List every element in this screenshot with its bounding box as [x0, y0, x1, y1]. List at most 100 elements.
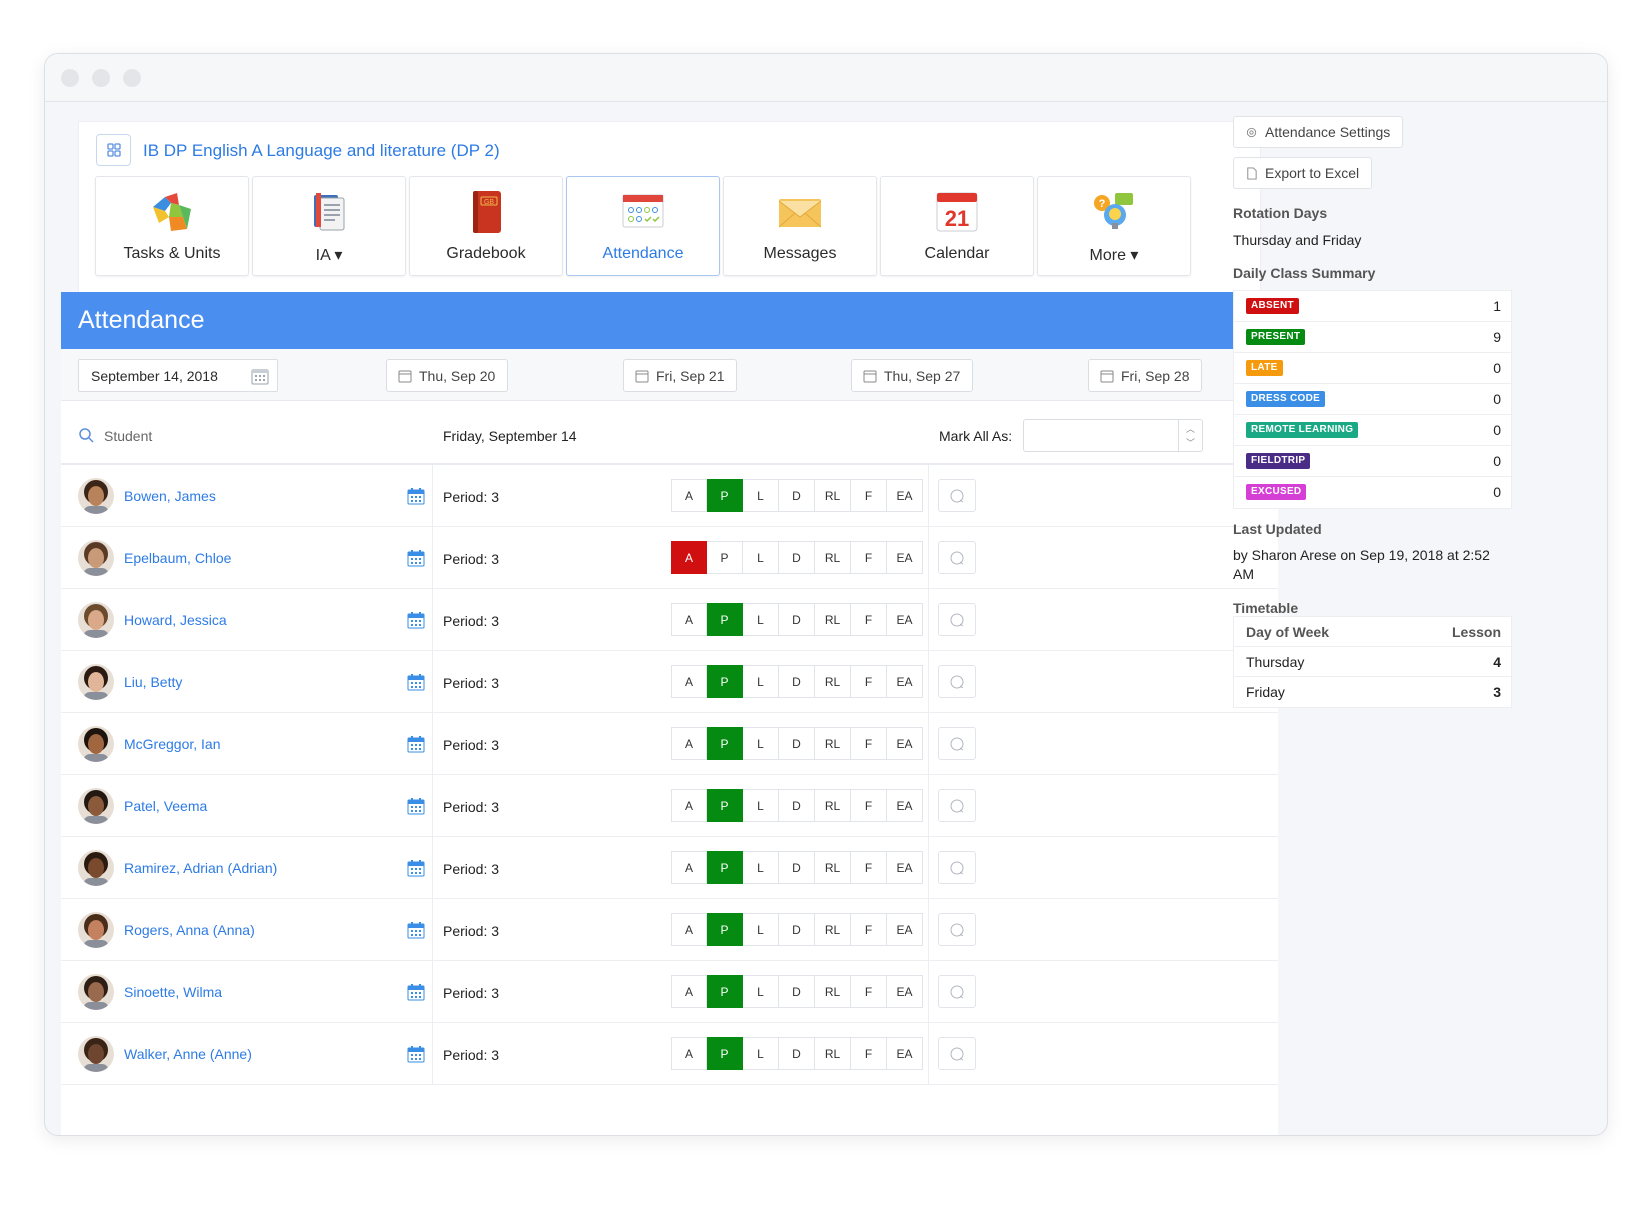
comment-button[interactable]	[938, 851, 976, 884]
attendance-a-button[interactable]: A	[671, 1037, 707, 1070]
tile-more[interactable]: ? More ▾	[1037, 176, 1191, 276]
attendance-a-button[interactable]: A	[671, 851, 707, 884]
attendance-rl-button[interactable]: RL	[815, 479, 851, 512]
spinner-arrows-icon[interactable]: ︿ ﹀	[1178, 420, 1202, 451]
attendance-l-button[interactable]: L	[743, 603, 779, 636]
calendar-icon[interactable]	[251, 367, 269, 385]
calendar-icon[interactable]	[407, 797, 425, 815]
calendar-icon[interactable]	[407, 859, 425, 877]
attendance-d-button[interactable]: D	[779, 665, 815, 698]
attendance-a-button[interactable]: A	[671, 479, 707, 512]
tile-tasks-units[interactable]: Tasks & Units	[95, 176, 249, 276]
attendance-f-button[interactable]: F	[851, 789, 887, 822]
attendance-a-button[interactable]: A	[671, 975, 707, 1008]
attendance-ea-button[interactable]: EA	[887, 913, 923, 946]
attendance-ea-button[interactable]: EA	[887, 665, 923, 698]
attendance-d-button[interactable]: D	[779, 975, 815, 1008]
attendance-settings-button[interactable]: Attendance Settings	[1233, 116, 1404, 148]
attendance-ea-button[interactable]: EA	[887, 603, 923, 636]
attendance-l-button[interactable]: L	[743, 665, 779, 698]
attendance-ea-button[interactable]: EA	[887, 1037, 923, 1070]
date-picker-input[interactable]: September 14, 2018	[78, 359, 278, 392]
attendance-l-button[interactable]: L	[743, 851, 779, 884]
student-name-link[interactable]: McGreggor, Ian	[124, 736, 221, 752]
tile-ia[interactable]: IA ▾	[252, 176, 406, 276]
attendance-f-button[interactable]: F	[851, 851, 887, 884]
attendance-p-button[interactable]: P	[707, 1037, 743, 1070]
attendance-p-button[interactable]: P	[707, 789, 743, 822]
calendar-icon[interactable]	[407, 1045, 425, 1063]
student-search-input[interactable]: Student	[104, 428, 152, 444]
attendance-rl-button[interactable]: RL	[815, 913, 851, 946]
attendance-ea-button[interactable]: EA	[887, 789, 923, 822]
attendance-f-button[interactable]: F	[851, 975, 887, 1008]
attendance-f-button[interactable]: F	[851, 1037, 887, 1070]
attendance-p-button[interactable]: P	[707, 851, 743, 884]
attendance-f-button[interactable]: F	[851, 479, 887, 512]
attendance-p-button[interactable]: P	[707, 603, 743, 636]
tile-attendance[interactable]: Attendance	[566, 176, 720, 276]
window-minimize-dot[interactable]	[92, 69, 110, 87]
window-close-dot[interactable]	[61, 69, 79, 87]
student-name-link[interactable]: Liu, Betty	[124, 674, 182, 690]
attendance-d-button[interactable]: D	[779, 851, 815, 884]
attendance-ea-button[interactable]: EA	[887, 851, 923, 884]
student-name-link[interactable]: Sinoette, Wilma	[124, 984, 222, 1000]
attendance-d-button[interactable]: D	[779, 541, 815, 574]
tile-calendar[interactable]: 21 Calendar	[880, 176, 1034, 276]
attendance-p-button[interactable]: P	[707, 727, 743, 760]
attendance-p-button[interactable]: P	[707, 975, 743, 1008]
attendance-d-button[interactable]: D	[779, 727, 815, 760]
class-switcher-button[interactable]	[96, 134, 131, 166]
attendance-f-button[interactable]: F	[851, 913, 887, 946]
date-chip[interactable]: Thu, Sep 27	[851, 359, 974, 392]
attendance-p-button[interactable]: P	[707, 479, 743, 512]
attendance-p-button[interactable]: P	[707, 665, 743, 698]
comment-button[interactable]	[938, 1037, 976, 1070]
attendance-d-button[interactable]: D	[779, 789, 815, 822]
export-excel-button[interactable]: Export to Excel	[1233, 157, 1373, 189]
attendance-a-button[interactable]: A	[671, 541, 707, 574]
mark-all-select[interactable]: ︿ ﹀	[1023, 419, 1203, 452]
student-name-link[interactable]: Epelbaum, Chloe	[124, 550, 231, 566]
attendance-f-button[interactable]: F	[851, 603, 887, 636]
date-chip[interactable]: Thu, Sep 20	[386, 359, 509, 392]
attendance-p-button[interactable]: P	[707, 541, 743, 574]
attendance-rl-button[interactable]: RL	[815, 541, 851, 574]
attendance-a-button[interactable]: A	[671, 603, 707, 636]
date-chip[interactable]: Fri, Sep 28	[1088, 359, 1203, 392]
calendar-icon[interactable]	[407, 983, 425, 1001]
attendance-d-button[interactable]: D	[779, 479, 815, 512]
student-name-link[interactable]: Bowen, James	[124, 488, 216, 504]
student-name-link[interactable]: Rogers, Anna (Anna)	[124, 922, 255, 938]
attendance-f-button[interactable]: F	[851, 541, 887, 574]
attendance-l-button[interactable]: L	[743, 541, 779, 574]
attendance-l-button[interactable]: L	[743, 975, 779, 1008]
tile-messages[interactable]: Messages	[723, 176, 877, 276]
attendance-f-button[interactable]: F	[851, 727, 887, 760]
attendance-l-button[interactable]: L	[743, 727, 779, 760]
attendance-rl-button[interactable]: RL	[815, 851, 851, 884]
calendar-icon[interactable]	[407, 611, 425, 629]
attendance-d-button[interactable]: D	[779, 913, 815, 946]
attendance-rl-button[interactable]: RL	[815, 665, 851, 698]
attendance-rl-button[interactable]: RL	[815, 975, 851, 1008]
comment-button[interactable]	[938, 479, 976, 512]
comment-button[interactable]	[938, 541, 976, 574]
calendar-icon[interactable]	[407, 549, 425, 567]
comment-button[interactable]	[938, 603, 976, 636]
date-chip[interactable]: Fri, Sep 21	[623, 359, 738, 392]
class-title[interactable]: IB DP English A Language and literature …	[143, 141, 500, 161]
window-zoom-dot[interactable]	[123, 69, 141, 87]
attendance-ea-button[interactable]: EA	[887, 479, 923, 512]
attendance-ea-button[interactable]: EA	[887, 727, 923, 760]
attendance-l-button[interactable]: L	[743, 789, 779, 822]
attendance-rl-button[interactable]: RL	[815, 1037, 851, 1070]
attendance-rl-button[interactable]: RL	[815, 789, 851, 822]
calendar-icon[interactable]	[407, 673, 425, 691]
calendar-icon[interactable]	[407, 735, 425, 753]
attendance-rl-button[interactable]: RL	[815, 603, 851, 636]
student-name-link[interactable]: Patel, Veema	[124, 798, 207, 814]
comment-button[interactable]	[938, 727, 976, 760]
comment-button[interactable]	[938, 789, 976, 822]
